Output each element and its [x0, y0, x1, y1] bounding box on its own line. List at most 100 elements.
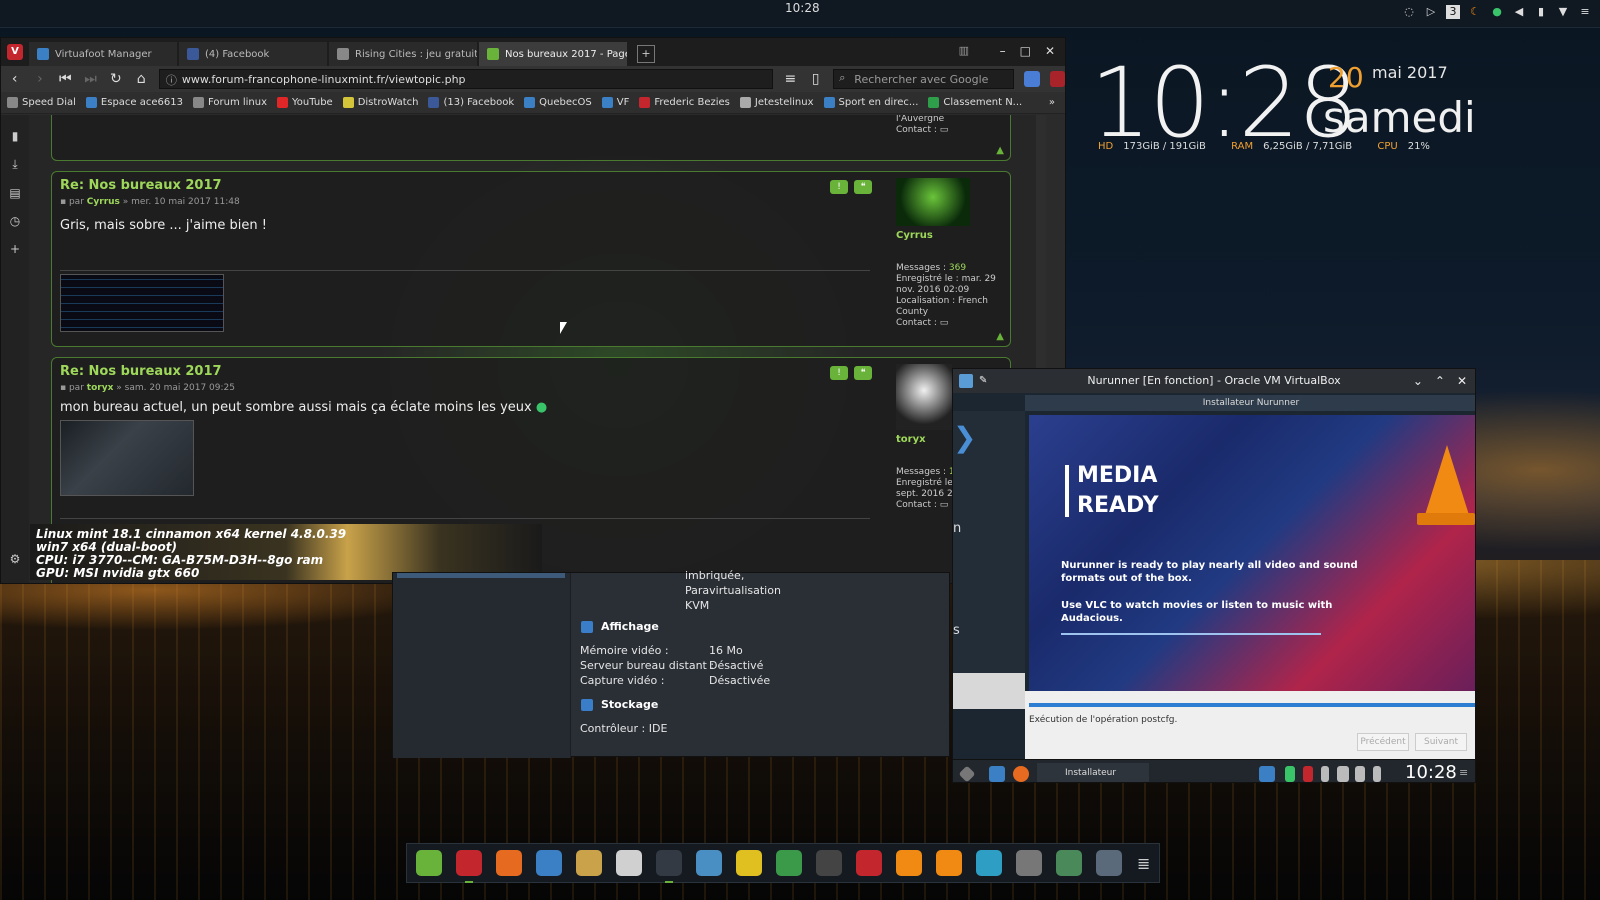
- maximize-button[interactable]: □: [1020, 44, 1031, 58]
- dock-display[interactable]: [691, 845, 727, 881]
- bookmark-item[interactable]: QuebecOS: [524, 97, 592, 108]
- url-input[interactable]: www.forum-francophone-linuxmint.fr/viewt…: [158, 69, 773, 89]
- guest-user-icon[interactable]: [1355, 766, 1365, 782]
- bookmark-item[interactable]: Sport en direc...: [823, 97, 918, 108]
- weather-icon[interactable]: ☾: [1468, 5, 1482, 19]
- screenshot-thumbnail[interactable]: [60, 274, 224, 332]
- back-to-top-icon[interactable]: ▲: [996, 145, 1004, 156]
- bookmark-item[interactable]: Speed Dial: [7, 97, 76, 108]
- bookmark-item[interactable]: YouTube: [277, 97, 333, 108]
- ghost-icon[interactable]: ●: [1490, 5, 1504, 19]
- guest-firefox-icon[interactable]: [1013, 766, 1029, 782]
- bookmark-item[interactable]: Forum linux: [192, 97, 267, 108]
- dock-media[interactable]: [611, 845, 647, 881]
- guest-volume-icon[interactable]: [1373, 766, 1381, 782]
- menu-icon[interactable]: ≡: [1578, 5, 1592, 19]
- bookmarks-panel-icon[interactable]: ▮: [1, 129, 29, 143]
- bookmark-item[interactable]: Espace ace6613: [85, 97, 183, 108]
- dock-archive[interactable]: [571, 845, 607, 881]
- guest-screen[interactable]: Installateur Nurunner ❯ n s MEDIA READY …: [953, 393, 1475, 782]
- bookmark-item[interactable]: DistroWatch: [342, 97, 418, 108]
- dock-info[interactable]: [971, 845, 1007, 881]
- back-icon[interactable]: ‹: [7, 71, 22, 87]
- workspace-3-icon[interactable]: 3: [1446, 5, 1460, 19]
- dock-spreadsheet[interactable]: [771, 845, 807, 881]
- dock-mint-menu[interactable]: [411, 845, 447, 881]
- ublock-icon[interactable]: [1049, 71, 1065, 87]
- vm-close-button[interactable]: ✕: [1457, 369, 1467, 393]
- post-author[interactable]: toryx: [87, 383, 114, 393]
- forward-icon[interactable]: ›: [32, 71, 47, 87]
- report-button[interactable]: !: [830, 366, 848, 380]
- guest-display-icon[interactable]: [1337, 766, 1349, 782]
- fastforward-icon[interactable]: ⏭: [83, 71, 98, 87]
- quote-button[interactable]: ❝: [854, 180, 872, 194]
- vm-maximize-button[interactable]: ⌃: [1435, 369, 1445, 393]
- reader-icon[interactable]: ≡: [783, 71, 798, 87]
- pin-icon[interactable]: ✎: [979, 369, 987, 393]
- post-title[interactable]: Re: Nos bureaux 2017: [60, 364, 222, 379]
- screenshot-thumbnail[interactable]: [60, 420, 194, 496]
- back-to-top-icon[interactable]: ▲: [996, 331, 1004, 342]
- bookmark-item[interactable]: VF: [601, 97, 629, 108]
- new-tab-button[interactable]: +: [637, 45, 655, 63]
- battery-icon[interactable]: ▮: [1534, 5, 1548, 19]
- vm-minimize-button[interactable]: ⌄: [1413, 369, 1423, 393]
- profile-contact[interactable]: Contact : ▭: [896, 318, 1008, 329]
- guest-alert-icon[interactable]: [1303, 766, 1313, 782]
- translate-icon[interactable]: [1024, 71, 1040, 87]
- profile-username[interactable]: Cyrrus: [896, 230, 1008, 241]
- dock-files[interactable]: [531, 845, 567, 881]
- dock-vlc[interactable]: [891, 845, 927, 881]
- search-input[interactable]: Rechercher avec Google: [833, 69, 1015, 89]
- more-bookmarks-button[interactable]: »: [1049, 97, 1055, 108]
- dock-mega[interactable]: [731, 845, 767, 881]
- storage-section-title[interactable]: Stockage: [601, 698, 658, 711]
- dock-clock[interactable]: [1091, 845, 1127, 881]
- prev-contact[interactable]: Contact : ▭: [896, 125, 1008, 136]
- tab-3[interactable]: Nos bureaux 2017 - Page 35: [479, 42, 627, 66]
- dock-menu-button[interactable]: ≣: [1137, 854, 1150, 873]
- settings-icon[interactable]: ⚙: [1, 552, 29, 566]
- bookmark-item[interactable]: Jetestelinux: [739, 97, 814, 108]
- reload-icon[interactable]: ↻: [108, 71, 123, 87]
- dropdown-icon[interactable]: ▼: [1556, 5, 1570, 19]
- dock-citrus[interactable]: [931, 845, 967, 881]
- bookmark-item[interactable]: (13) Facebook: [428, 97, 514, 108]
- post-author[interactable]: Cyrrus: [87, 197, 120, 207]
- dock-firefox[interactable]: [491, 845, 527, 881]
- home-icon[interactable]: ⌂: [134, 71, 149, 87]
- dock-terminal[interactable]: [651, 845, 687, 883]
- dock-dash[interactable]: [811, 845, 847, 881]
- trash-icon[interactable]: ▥: [959, 44, 969, 57]
- guest-files-icon[interactable]: [989, 766, 1005, 782]
- next-button[interactable]: Suivant: [1415, 733, 1467, 751]
- previous-button[interactable]: Précédent: [1357, 733, 1409, 751]
- dock-filezilla[interactable]: [851, 845, 887, 881]
- guest-menu-icon[interactable]: [958, 765, 976, 782]
- close-button[interactable]: ✕: [1045, 44, 1055, 58]
- play-icon[interactable]: ▷: [1424, 5, 1438, 19]
- tab-2[interactable]: Rising Cities : jeu gratuit et: [329, 42, 477, 66]
- quote-button[interactable]: ❝: [854, 366, 872, 380]
- bookmark-item[interactable]: Classement N...: [928, 97, 1022, 108]
- guest-menu-icon[interactable]: ≡: [1459, 766, 1468, 779]
- report-button[interactable]: !: [830, 180, 848, 194]
- minimize-button[interactable]: –: [1000, 44, 1006, 58]
- dock-gimp[interactable]: [1011, 845, 1047, 881]
- downloads-panel-icon[interactable]: ⤓: [1, 157, 29, 172]
- tab-1[interactable]: (4) Facebook: [179, 42, 327, 66]
- display-section-title[interactable]: Affichage: [601, 620, 659, 633]
- post-title[interactable]: Re: Nos bureaux 2017: [60, 178, 222, 193]
- tab-0[interactable]: Virtuafoot Manager: [29, 42, 177, 66]
- dock-vivaldi[interactable]: [451, 845, 487, 883]
- dock-image-viewer[interactable]: [1051, 845, 1087, 881]
- bulb-icon[interactable]: ◌: [1402, 5, 1416, 19]
- guest-task-installer[interactable]: Installateur Nurun...: [1037, 763, 1149, 782]
- guest-battery-icon[interactable]: [1321, 766, 1329, 782]
- rewind-icon[interactable]: ⏮: [58, 71, 73, 87]
- vivaldi-menu-button[interactable]: V: [1, 38, 29, 66]
- notes-panel-icon[interactable]: ▤: [1, 186, 29, 200]
- volume-icon[interactable]: ◀: [1512, 5, 1526, 19]
- guest-network-icon[interactable]: [1285, 766, 1295, 782]
